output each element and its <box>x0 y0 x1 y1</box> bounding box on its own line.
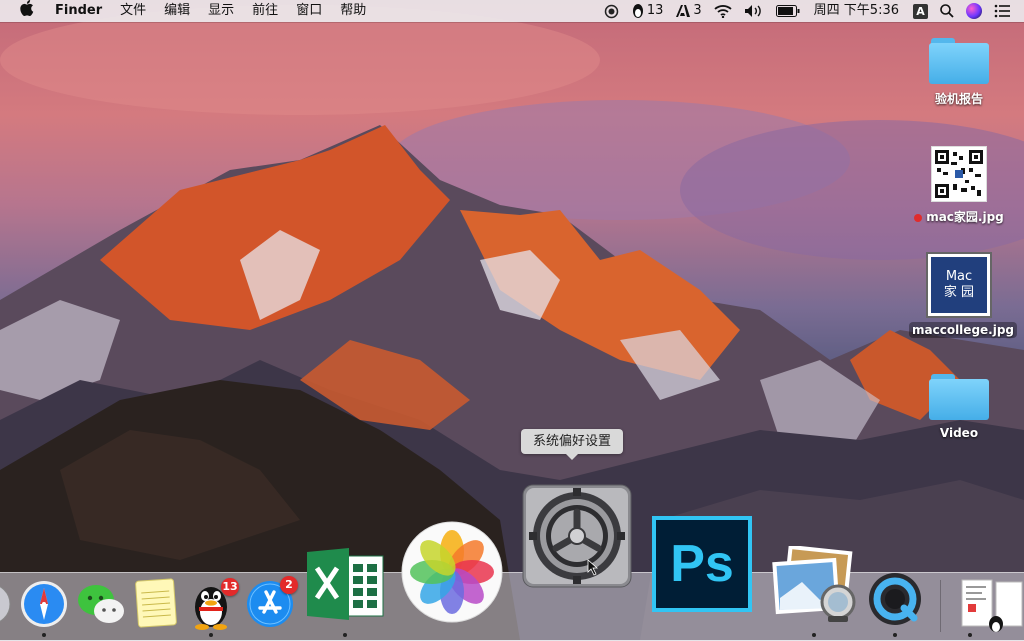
search-icon <box>940 4 954 18</box>
dock-stack-documents[interactable] <box>958 578 1024 638</box>
dock-app-preview[interactable] <box>772 544 858 626</box>
running-indicator <box>42 633 46 637</box>
wifi-icon <box>714 5 732 18</box>
wifi-status[interactable] <box>708 0 738 22</box>
input-method-badge: A <box>913 3 928 19</box>
menu-bar: Finder 文件 编辑 显示 前往 窗口 帮助 13 3 周四 下午5:36 … <box>0 0 1024 22</box>
menu-help[interactable]: 帮助 <box>331 0 375 22</box>
qq-count: 13 <box>646 3 664 18</box>
desktop-item-label: mac家园.jpg <box>909 208 1009 225</box>
speaker-icon <box>744 5 761 17</box>
desktop-item-label: maccollege.jpg <box>909 322 1018 338</box>
quicktime-icon <box>869 573 921 625</box>
menu-view[interactable]: 显示 <box>199 0 243 22</box>
qq-penguin-icon <box>632 4 643 18</box>
dock-app-notes[interactable] <box>134 578 178 632</box>
battery-status[interactable] <box>770 0 806 22</box>
running-indicator <box>968 633 972 637</box>
volume-status[interactable] <box>738 0 770 22</box>
notification-center[interactable] <box>988 0 1016 22</box>
preview-photos-icon <box>772 544 856 622</box>
clock[interactable]: 周四 下午5:36 <box>806 0 907 22</box>
dock-app-photos[interactable] <box>401 521 503 627</box>
app-store-updates-badge: 2 <box>280 576 298 594</box>
adobe-count: 3 <box>693 3 702 18</box>
excel-icon <box>307 548 384 620</box>
notes-icon <box>135 578 177 628</box>
apple-menu[interactable] <box>0 0 46 22</box>
running-indicator <box>209 633 213 637</box>
photoshop-icon: Ps <box>652 516 752 612</box>
document-stack-icon <box>961 579 1023 632</box>
dock-app-system-preferences[interactable] <box>522 484 632 592</box>
record-status[interactable] <box>598 0 625 22</box>
image-thumbnail: Mac 家 园 <box>928 254 990 316</box>
battery-icon <box>775 5 800 17</box>
dock-tooltip: 系统偏好设置 <box>521 429 624 460</box>
dock-app-launchpad[interactable] <box>0 582 12 630</box>
dock-separator <box>940 580 941 632</box>
thumbnail-text-mac: Mac <box>945 269 973 284</box>
dock-app-excel[interactable] <box>305 548 385 624</box>
running-indicator <box>343 633 347 637</box>
adobe-cc-icon <box>676 5 691 17</box>
siri[interactable] <box>960 0 988 22</box>
gear-icon <box>522 484 632 588</box>
menu-window[interactable]: 窗口 <box>287 0 331 22</box>
qq-status[interactable]: 13 <box>625 0 670 22</box>
running-indicator <box>812 633 816 637</box>
dock-app-wechat[interactable] <box>76 582 126 632</box>
desktop-item-inspection-report[interactable]: 验机报告 <box>909 38 1009 107</box>
safari-compass-icon <box>21 581 67 627</box>
launchpad-icon <box>0 586 11 622</box>
qq-unread-badge: 13 <box>221 578 239 596</box>
photoshop-label: Ps <box>670 535 734 593</box>
spotlight[interactable] <box>934 0 960 22</box>
desktop-item-label-text: mac家园.jpg <box>926 210 1004 224</box>
folder-icon <box>929 374 989 420</box>
dock-app-safari[interactable] <box>20 580 68 632</box>
notification-list-icon <box>994 4 1010 18</box>
desktop-wallpaper <box>0 0 1024 640</box>
record-icon <box>604 4 619 18</box>
photos-flower-icon <box>401 521 503 623</box>
folder-icon <box>929 38 989 84</box>
desktop-item-label: 验机报告 <box>934 92 983 106</box>
thumbnail-text-home: 家 园 <box>943 285 975 300</box>
menu-file[interactable]: 文件 <box>111 0 155 22</box>
apple-logo-icon <box>20 0 34 16</box>
dock-app-quicktime[interactable] <box>868 572 922 630</box>
desktop-item-label: Video <box>939 426 979 440</box>
red-tag-icon <box>914 213 923 222</box>
qr-code-thumbnail <box>931 146 987 202</box>
dock-app-photoshop[interactable]: Ps <box>652 516 752 612</box>
desktop-item-video[interactable]: Video <box>909 374 1009 440</box>
adobe-status[interactable]: 3 <box>669 0 707 22</box>
desktop-item-maccollege-jpg[interactable]: Mac 家 园 maccollege.jpg <box>909 254 1018 338</box>
menu-go[interactable]: 前往 <box>243 0 287 22</box>
siri-icon <box>966 3 982 19</box>
input-source[interactable]: A <box>907 0 934 22</box>
desktop-item-mac-home-jpg[interactable]: mac家园.jpg <box>909 146 1009 225</box>
running-indicator <box>893 633 897 637</box>
app-menu-finder[interactable]: Finder <box>46 0 111 22</box>
menu-edit[interactable]: 编辑 <box>155 0 199 22</box>
wechat-icon <box>78 585 124 623</box>
